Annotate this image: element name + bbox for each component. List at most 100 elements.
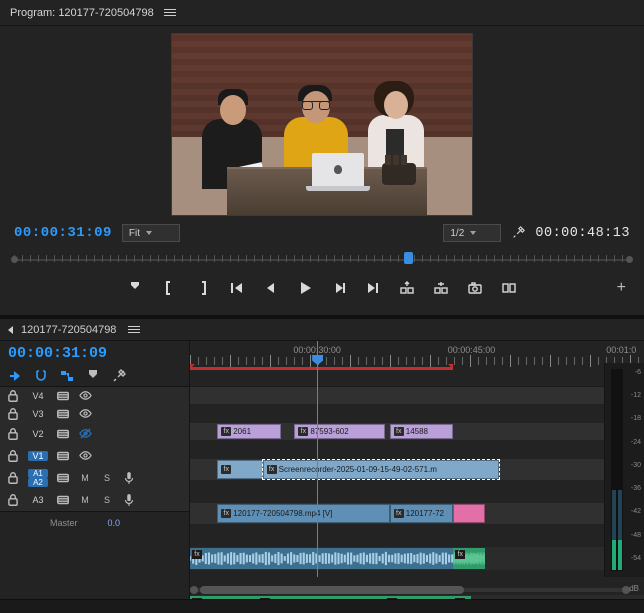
settings-wrench-icon[interactable]: [511, 226, 525, 240]
clip-label: 120177-72: [406, 509, 444, 518]
extract-icon[interactable]: [433, 280, 449, 296]
source-patch-icon[interactable]: [56, 471, 70, 485]
snap-icon[interactable]: [34, 369, 48, 383]
wrench-icon[interactable]: [112, 369, 126, 383]
video-track-header-v1[interactable]: V1: [0, 445, 189, 467]
video-frame: [171, 33, 473, 216]
clip[interactable]: fx87593-602: [294, 424, 385, 439]
mute-button[interactable]: M: [78, 471, 92, 485]
fx-badge-icon: fx: [455, 598, 465, 599]
step-forward-icon[interactable]: [331, 280, 347, 296]
prev-sequence-icon[interactable]: [8, 326, 13, 334]
lock-icon[interactable]: [6, 389, 20, 403]
go-to-in-icon[interactable]: [229, 280, 245, 296]
voice-over-icon[interactable]: [122, 471, 136, 485]
timeline-playhead[interactable]: [317, 341, 318, 577]
toggle-track-output-icon[interactable]: [78, 407, 92, 421]
lock-icon[interactable]: [6, 493, 20, 507]
audio-track-header-a3[interactable]: A3MS: [0, 489, 189, 511]
chevron-down-icon: [146, 231, 152, 235]
audio-clip[interactable]: fx: [453, 548, 485, 569]
bracket-in-icon[interactable]: [161, 280, 177, 296]
panel-menu-icon[interactable]: [164, 9, 176, 16]
work-area-bar[interactable]: [190, 367, 453, 370]
fx-badge-icon: fx: [221, 427, 231, 436]
video-track-v2[interactable]: fx fxScreenrecorder-2025-01-09-15-49-02-5…: [190, 459, 644, 481]
audio-track-header-a1-a2[interactable]: A1A2MS: [0, 467, 189, 489]
clip[interactable]: fx120177-72: [390, 504, 454, 523]
timeline-current-timecode[interactable]: 00:00:31:09: [8, 345, 107, 362]
toggle-track-output-icon[interactable]: [78, 427, 92, 441]
timeline-h-scroll[interactable]: [190, 585, 630, 595]
audio-clip[interactable]: fx: [453, 596, 471, 599]
track-target[interactable]: V3: [28, 409, 48, 419]
program-playhead[interactable]: [404, 252, 413, 264]
source-patch-icon[interactable]: [56, 493, 70, 507]
clip-label: 14588: [406, 427, 428, 436]
lift-icon[interactable]: [399, 280, 415, 296]
timeline-area[interactable]: 00:00:30:0000:00:45:0000:01:0 fx2061 fx87…: [190, 341, 644, 599]
fx-badge-icon: fx: [394, 509, 404, 518]
play-icon[interactable]: [297, 280, 313, 296]
clip[interactable]: fx120177-720504798.mp4 [V]: [217, 504, 390, 523]
toggle-track-output-icon[interactable]: [78, 389, 92, 403]
marker-icon[interactable]: [86, 369, 100, 383]
source-patch-icon[interactable]: [56, 389, 70, 403]
source-patch-icon[interactable]: [56, 427, 70, 441]
clip[interactable]: fxScreenrecorder-2025-01-09-15-49-02-571…: [263, 460, 499, 479]
lock-icon[interactable]: [6, 449, 20, 463]
toggle-track-output-icon[interactable]: [78, 449, 92, 463]
solo-button[interactable]: S: [100, 471, 114, 485]
program-title: Program: 120177-720504798: [10, 7, 154, 19]
time-ruler[interactable]: 00:00:30:0000:00:45:0000:01:0: [190, 341, 644, 387]
linked-selection-icon[interactable]: [60, 369, 74, 383]
source-patch-icon[interactable]: [56, 407, 70, 421]
comparison-view-icon[interactable]: [501, 280, 517, 296]
footer-value[interactable]: 0.0: [108, 518, 121, 528]
mark-in-icon[interactable]: [127, 280, 143, 296]
audio-track-a3[interactable]: fxfxfxfx: [190, 595, 644, 599]
video-track-header-v2[interactable]: V2: [0, 423, 189, 445]
clip[interactable]: fx14588: [390, 424, 454, 439]
audio-clip[interactable]: fx: [385, 596, 453, 599]
track-target[interactable]: V1: [28, 451, 48, 461]
button-editor-plus-icon[interactable]: +: [617, 279, 626, 297]
mute-button[interactable]: M: [78, 493, 92, 507]
timeline-tools-row: [0, 365, 189, 387]
video-track-v3[interactable]: fx2061fx87593-602fx14588: [190, 423, 644, 441]
audio-track-a1[interactable]: fxfx: [190, 547, 644, 571]
lock-icon[interactable]: [6, 471, 20, 485]
clip[interactable]: fx: [217, 460, 262, 479]
insert-mode-icon[interactable]: [8, 369, 22, 383]
export-frame-icon[interactable]: [467, 280, 483, 296]
go-to-out-icon[interactable]: [365, 280, 381, 296]
program-controls-row: 00:00:31:09 Fit 1/2 00:00:48:13: [0, 222, 644, 244]
program-current-timecode[interactable]: 00:00:31:09: [14, 225, 112, 241]
track-target[interactable]: V4: [28, 391, 48, 401]
fx-badge-icon: fx: [221, 465, 231, 474]
track-target[interactable]: V2: [28, 429, 48, 439]
audio-clip[interactable]: fx: [190, 596, 258, 599]
voice-over-icon[interactable]: [122, 493, 136, 507]
resolution-select[interactable]: 1/2: [443, 224, 501, 242]
audio-clip[interactable]: fx: [258, 596, 385, 599]
step-back-icon[interactable]: [263, 280, 279, 296]
sequence-tab[interactable]: 120177-720504798: [21, 324, 116, 336]
audio-clip[interactable]: fx: [190, 548, 453, 569]
bracket-out-icon[interactable]: [195, 280, 211, 296]
panel-menu-icon[interactable]: [128, 326, 140, 333]
clip[interactable]: fx2061: [217, 424, 281, 439]
program-monitor[interactable]: [0, 26, 644, 222]
zoom-select[interactable]: Fit: [122, 224, 180, 242]
lock-icon[interactable]: [6, 407, 20, 421]
clip[interactable]: [453, 504, 485, 523]
video-track-header-v4[interactable]: V4: [0, 387, 189, 405]
video-track-header-v3[interactable]: V3: [0, 405, 189, 423]
track-header-column: 00:00:31:09 V4V3V2V1 A1A2MSA3MS Master 0…: [0, 341, 190, 599]
program-scrub-bar[interactable]: [14, 250, 630, 270]
source-patch-icon[interactable]: [56, 449, 70, 463]
solo-button[interactable]: S: [100, 493, 114, 507]
video-track-v1[interactable]: fx120177-720504798.mp4 [V]fx120177-72: [190, 503, 644, 525]
video-track-v4[interactable]: [190, 387, 644, 405]
lock-icon[interactable]: [6, 427, 20, 441]
